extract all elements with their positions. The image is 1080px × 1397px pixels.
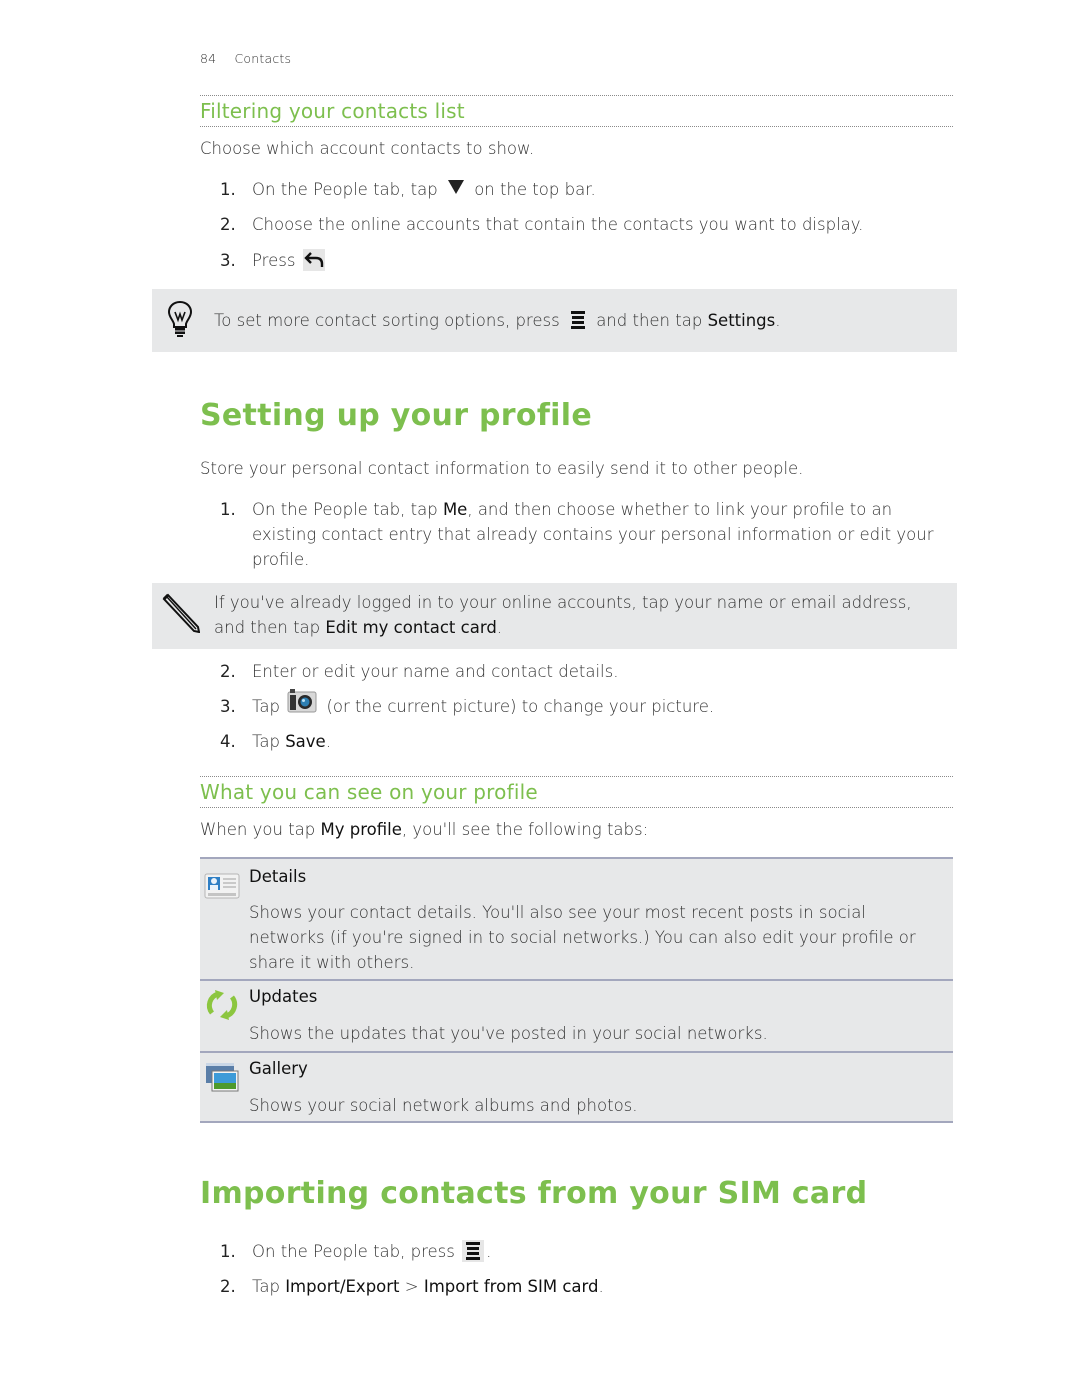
camera-icon bbox=[287, 689, 317, 720]
profile-tabs-table: Details Shows your contact details. You'… bbox=[200, 857, 953, 1123]
tab-row-gallery: Gallery Shows your social network albums… bbox=[200, 1051, 953, 1123]
tab-desc: Shows your social network albums and pho… bbox=[249, 1096, 638, 1115]
filtering-step-3: 3. Press bbox=[220, 248, 940, 273]
filtering-heading: Filtering your contacts list bbox=[200, 99, 465, 123]
profile-step-2: 2. Enter or edit your name and contact d… bbox=[220, 662, 619, 681]
page-header: 84 Contacts bbox=[200, 51, 291, 66]
lightbulb-icon bbox=[166, 300, 194, 342]
back-icon bbox=[302, 248, 325, 271]
profile-intro: Store your personal contact information … bbox=[200, 459, 804, 478]
menu-icon bbox=[567, 309, 589, 331]
sim-step-2: 2. Tap Import/Export > Import from SIM c… bbox=[220, 1277, 604, 1296]
filtering-intro: Choose which account contacts to show. bbox=[200, 139, 535, 158]
sim-step-1: 1. On the People tab, press . bbox=[220, 1239, 940, 1264]
profile-step-1: 1. On the People tab, tap Me, and then c… bbox=[220, 500, 934, 569]
divider bbox=[200, 126, 953, 127]
filtering-step-1: 1. On the People tab, tap on the top bar… bbox=[220, 177, 940, 202]
profile-step-4: 4. Tap Save. bbox=[220, 732, 331, 751]
page-number: 84 bbox=[200, 51, 217, 66]
menu-icon bbox=[462, 1239, 485, 1262]
sim-heading: Importing contacts from your SIM card bbox=[200, 1176, 868, 1211]
section-name: Contacts bbox=[234, 51, 292, 66]
divider bbox=[200, 807, 953, 808]
tab-title: Updates bbox=[249, 987, 318, 1006]
divider bbox=[200, 776, 953, 777]
profile-step-3: 3. Tap (or the current picture) to chang… bbox=[220, 689, 940, 720]
profile-heading: Setting up your profile bbox=[200, 398, 592, 433]
refresh-icon bbox=[204, 987, 240, 1027]
note-box: If you've already logged in to your onli… bbox=[152, 583, 957, 649]
tab-row-updates: Updates Shows the updates that you've po… bbox=[200, 979, 953, 1051]
filtering-step-2: 2. Choose the online accounts that conta… bbox=[220, 215, 864, 234]
tab-desc: Shows the updates that you've posted in … bbox=[249, 1024, 768, 1043]
tab-row-details: Details Shows your contact details. You'… bbox=[200, 857, 953, 979]
contact-card-icon bbox=[204, 872, 240, 906]
what-you-see-heading: What you can see on your profile bbox=[200, 780, 538, 804]
tab-desc: Shows your contact details. You'll also … bbox=[249, 903, 916, 972]
pencil-icon bbox=[160, 593, 201, 637]
tip-box: To set more contact sorting options, pre… bbox=[152, 289, 957, 352]
gallery-icon bbox=[204, 1061, 240, 1097]
triangle-down-icon bbox=[447, 177, 465, 202]
what-you-see-intro: When you tap My profile, you'll see the … bbox=[200, 820, 649, 839]
divider bbox=[200, 95, 953, 96]
tab-title: Gallery bbox=[249, 1059, 308, 1078]
tab-title: Details bbox=[249, 867, 307, 886]
